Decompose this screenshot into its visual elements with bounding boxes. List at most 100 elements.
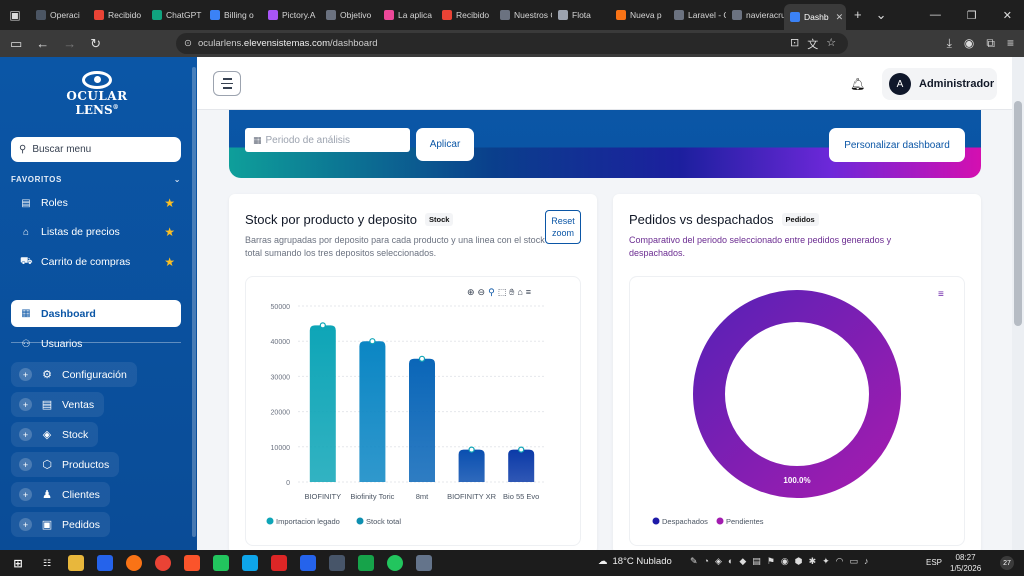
page-scrollbar[interactable] <box>1012 57 1024 550</box>
star-icon[interactable]: ★ <box>164 196 175 210</box>
expand-icon[interactable]: + <box>19 488 32 501</box>
tray-icon[interactable]: ⚑ <box>767 556 775 567</box>
word-icon[interactable] <box>300 555 316 571</box>
restore-icon[interactable]: ❐ <box>967 9 977 22</box>
browser-tab[interactable]: La aplica <box>378 4 436 26</box>
bookmark-icon[interactable]: ☆ <box>826 36 836 52</box>
start-icon[interactable]: ⊞ <box>10 555 26 571</box>
favorite-price-lists[interactable]: ⌂ Listas de precios ★ <box>11 221 181 243</box>
bell-icon[interactable]: 🔔︎ <box>850 77 865 91</box>
download-icon[interactable]: ⤓ <box>947 36 952 51</box>
favorite-roles[interactable]: ▤ Roles ★ <box>11 192 181 214</box>
sidebar-item-users[interactable]: ⚇ Usuarios <box>11 333 181 355</box>
whatsapp-icon[interactable] <box>387 555 403 571</box>
profile-icon[interactable]: ◉ <box>964 36 974 51</box>
home-icon[interactable]: ⌂ <box>517 287 522 298</box>
browser-tab[interactable]: Nuestros Cli <box>494 4 552 26</box>
sidebar-search[interactable]: ⚲ <box>11 137 181 162</box>
menu-toggle-button[interactable] <box>213 71 241 96</box>
chevron-down-icon[interactable]: ⌄ <box>174 175 181 184</box>
favorite-cart[interactable]: ⛟ Carrito de compras ★ <box>11 251 181 273</box>
period-input[interactable] <box>265 134 406 146</box>
browser-tab[interactable]: Billing o <box>204 4 262 26</box>
battery-icon[interactable]: ▭ <box>850 556 859 567</box>
tray-icon[interactable]: ✎ <box>690 556 698 567</box>
app-icon[interactable] <box>242 555 258 571</box>
acrobat-icon[interactable] <box>271 555 287 571</box>
task-view-icon[interactable]: ☷ <box>39 555 55 571</box>
volume-icon[interactable]: ♪ <box>864 556 869 567</box>
favorites-heading[interactable]: FAVORITOS ⌄ <box>11 175 181 184</box>
sidebar-toggle-icon[interactable]: ▭ <box>10 36 22 52</box>
tab-actions-icon[interactable]: ▣ <box>0 0 30 30</box>
sidebar-item-dashboard[interactable]: ▦ Dashboard <box>11 300 181 327</box>
sidebar-group-productos[interactable]: + ⬡ Productos <box>11 452 120 477</box>
star-icon[interactable]: ★ <box>164 225 175 239</box>
app-icon[interactable] <box>213 555 229 571</box>
chrome-icon[interactable] <box>155 555 171 571</box>
tray-icon[interactable]: ✱ <box>809 556 817 567</box>
user-menu[interactable]: A Administrador <box>882 68 997 100</box>
forward-icon[interactable]: → <box>63 36 76 52</box>
close-window-icon[interactable]: ✕ <box>1003 9 1012 22</box>
tray-icon[interactable]: ⬢ <box>795 556 803 567</box>
tray-icon[interactable]: ◈ <box>715 556 722 567</box>
expand-icon[interactable]: + <box>19 518 32 531</box>
sidebar-group-configuracion[interactable]: + ⚙ Configuración <box>11 362 137 387</box>
browser-tab[interactable]: Objetivo <box>320 4 378 26</box>
site-info-icon[interactable]: ⊙ <box>184 38 192 49</box>
excel-icon[interactable] <box>358 555 374 571</box>
weather-widget[interactable]: ☁ 18°C Nublado <box>598 556 672 567</box>
close-tab-icon[interactable]: ✕ <box>836 12 844 23</box>
browser-tab[interactable]: navieracruzd <box>726 4 784 26</box>
minimize-icon[interactable]: — <box>930 9 941 22</box>
url-field[interactable]: ⊙ ocularlens.elevensistemas.com/dashboar… <box>176 33 848 54</box>
firefox-icon[interactable] <box>126 555 142 571</box>
star-icon[interactable]: ★ <box>164 255 175 269</box>
browser-tab[interactable]: Recibido <box>88 4 146 26</box>
period-field[interactable]: ▦ <box>245 128 410 152</box>
sidebar-group-pedidos[interactable]: + ▣ Pedidos <box>11 512 110 537</box>
browser-tab[interactable]: Laravel - Cer <box>668 4 726 26</box>
selection-icon[interactable]: ⬚ <box>498 287 507 298</box>
chart-menu-icon[interactable]: ≡ <box>526 287 531 298</box>
tab-active[interactable]: Dashb ✕ <box>784 4 846 30</box>
extensions-icon[interactable]: ⧉ <box>986 36 995 51</box>
pan-icon[interactable]: ✋︎ <box>509 287 514 298</box>
new-tab-icon[interactable]: + <box>854 7 862 23</box>
store-icon[interactable] <box>97 555 113 571</box>
sidebar-group-ventas[interactable]: + ▤ Ventas <box>11 392 105 417</box>
expand-icon[interactable]: + <box>19 428 32 441</box>
tab-list-icon[interactable]: ⌄ <box>876 7 887 23</box>
expand-icon[interactable]: + <box>19 368 32 381</box>
tray-icon[interactable]: ◔ <box>704 556 709 567</box>
notification-badge[interactable]: 27 <box>1000 556 1014 570</box>
expand-icon[interactable]: + <box>19 398 32 411</box>
browser-tab[interactable]: Pictory.A <box>262 4 320 26</box>
zoom-out-icon[interactable]: ⊖ <box>478 287 486 298</box>
menu-search-input[interactable] <box>32 144 153 155</box>
zoom-in-icon[interactable]: ⊕ <box>467 287 475 298</box>
language-indicator[interactable]: ESP <box>926 558 942 567</box>
brave-icon[interactable] <box>184 555 200 571</box>
chart-menu-icon[interactable]: ≡ <box>938 289 944 300</box>
customize-dashboard-button[interactable]: Personalizar dashboard <box>829 128 965 162</box>
browser-tab[interactable]: Flota <box>552 4 610 26</box>
file-explorer-icon[interactable] <box>68 555 84 571</box>
zoom-select-icon[interactable]: ⚲ <box>488 287 495 298</box>
tray-icon[interactable]: ◆ <box>739 556 746 567</box>
browser-tab[interactable]: ChatGPT <box>146 4 204 26</box>
tray-icon[interactable]: ▤ <box>752 556 761 567</box>
clock[interactable]: 08:27 1/5/2026 <box>950 552 981 574</box>
sidebar-group-stock[interactable]: + ◈ Stock <box>11 422 99 447</box>
tray-icon[interactable]: ◉ <box>781 556 789 567</box>
translate-icon[interactable]: 文 <box>807 36 818 52</box>
sidebar-scrollbar[interactable] <box>192 67 196 537</box>
app-icon[interactable] <box>329 555 345 571</box>
reset-zoom-button[interactable]: Reset zoom <box>545 210 581 244</box>
app-icon[interactable] <box>416 555 432 571</box>
expand-icon[interactable]: + <box>19 458 32 471</box>
tray-icon[interactable]: ◐ <box>728 556 733 567</box>
reload-icon[interactable]: ↻ <box>90 36 101 52</box>
apply-button[interactable]: Aplicar <box>416 128 474 161</box>
